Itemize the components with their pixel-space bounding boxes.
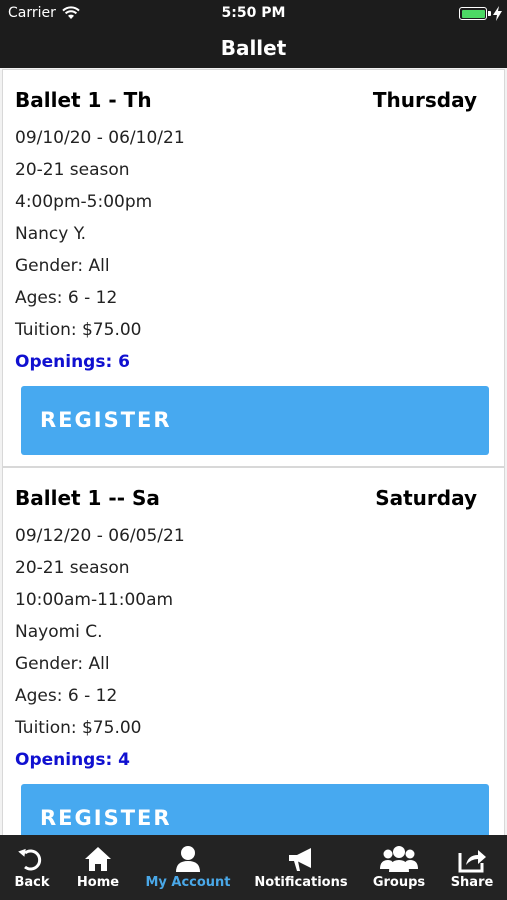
- class-ages: Ages: 6 - 12: [15, 686, 118, 706]
- account-icon: [176, 846, 200, 872]
- status-bar: Carrier 5:50 PM: [0, 0, 507, 28]
- class-gender: Gender: All: [15, 256, 110, 276]
- tab-my-account[interactable]: My Account: [140, 835, 236, 900]
- class-time: 10:00am-11:00am: [15, 590, 174, 610]
- share-icon: [458, 850, 486, 873]
- tab-bar: Back Home My Account Notifications Group…: [0, 835, 507, 900]
- tab-home[interactable]: Home: [72, 835, 124, 900]
- class-day: Thursday: [372, 88, 477, 112]
- class-gender: Gender: All: [15, 654, 110, 674]
- tab-label: Back: [14, 875, 50, 890]
- class-dates: 09/10/20 - 06/10/21: [15, 128, 185, 148]
- class-tuition: Tuition: $75.00: [15, 320, 142, 340]
- class-instructor: Nancy Y.: [15, 224, 87, 244]
- class-tuition: Tuition: $75.00: [15, 718, 142, 738]
- tab-label: Home: [76, 875, 120, 890]
- tab-label: My Account: [145, 875, 231, 890]
- battery-icon: [459, 7, 487, 20]
- class-openings: Openings: 4: [15, 750, 131, 770]
- tab-share[interactable]: Share: [446, 835, 498, 900]
- class-card: Ballet 1 -- Sa Saturday 09/12/20 - 06/05…: [2, 467, 505, 835]
- tab-label: Notifications: [254, 875, 348, 890]
- class-card: Ballet 1 - Th Thursday 09/10/20 - 06/10/…: [2, 69, 505, 467]
- nav-bar: Ballet: [0, 28, 507, 68]
- groups-icon: [380, 846, 418, 872]
- class-instructor: Nayomi C.: [15, 622, 103, 642]
- tab-label: Share: [450, 875, 494, 890]
- class-title: Ballet 1 -- Sa: [15, 486, 160, 510]
- class-title: Ballet 1 - Th: [15, 88, 152, 112]
- class-dates: 09/12/20 - 06/05/21: [15, 526, 185, 546]
- battery-cap: [488, 11, 491, 16]
- register-button[interactable]: REGISTER: [21, 784, 489, 835]
- home-icon: [85, 847, 111, 871]
- status-time: 5:50 PM: [221, 5, 286, 21]
- class-day: Saturday: [375, 486, 477, 510]
- class-list[interactable]: Ballet 1 - Th Thursday 09/10/20 - 06/10/…: [0, 68, 507, 835]
- tab-groups[interactable]: Groups: [370, 835, 428, 900]
- register-button[interactable]: REGISTER: [21, 386, 489, 455]
- tab-back[interactable]: Back: [6, 835, 58, 900]
- tab-label: Groups: [372, 875, 426, 890]
- class-openings: Openings: 6: [15, 352, 131, 372]
- page-title: Ballet: [220, 36, 287, 60]
- megaphone-icon: [289, 848, 311, 871]
- tab-notifications[interactable]: Notifications: [252, 835, 350, 900]
- charging-icon: [493, 6, 502, 21]
- back-icon: [18, 848, 42, 871]
- class-season: 20-21 season: [15, 160, 130, 180]
- class-season: 20-21 season: [15, 558, 130, 578]
- class-time: 4:00pm-5:00pm: [15, 192, 153, 212]
- class-ages: Ages: 6 - 12: [15, 288, 118, 308]
